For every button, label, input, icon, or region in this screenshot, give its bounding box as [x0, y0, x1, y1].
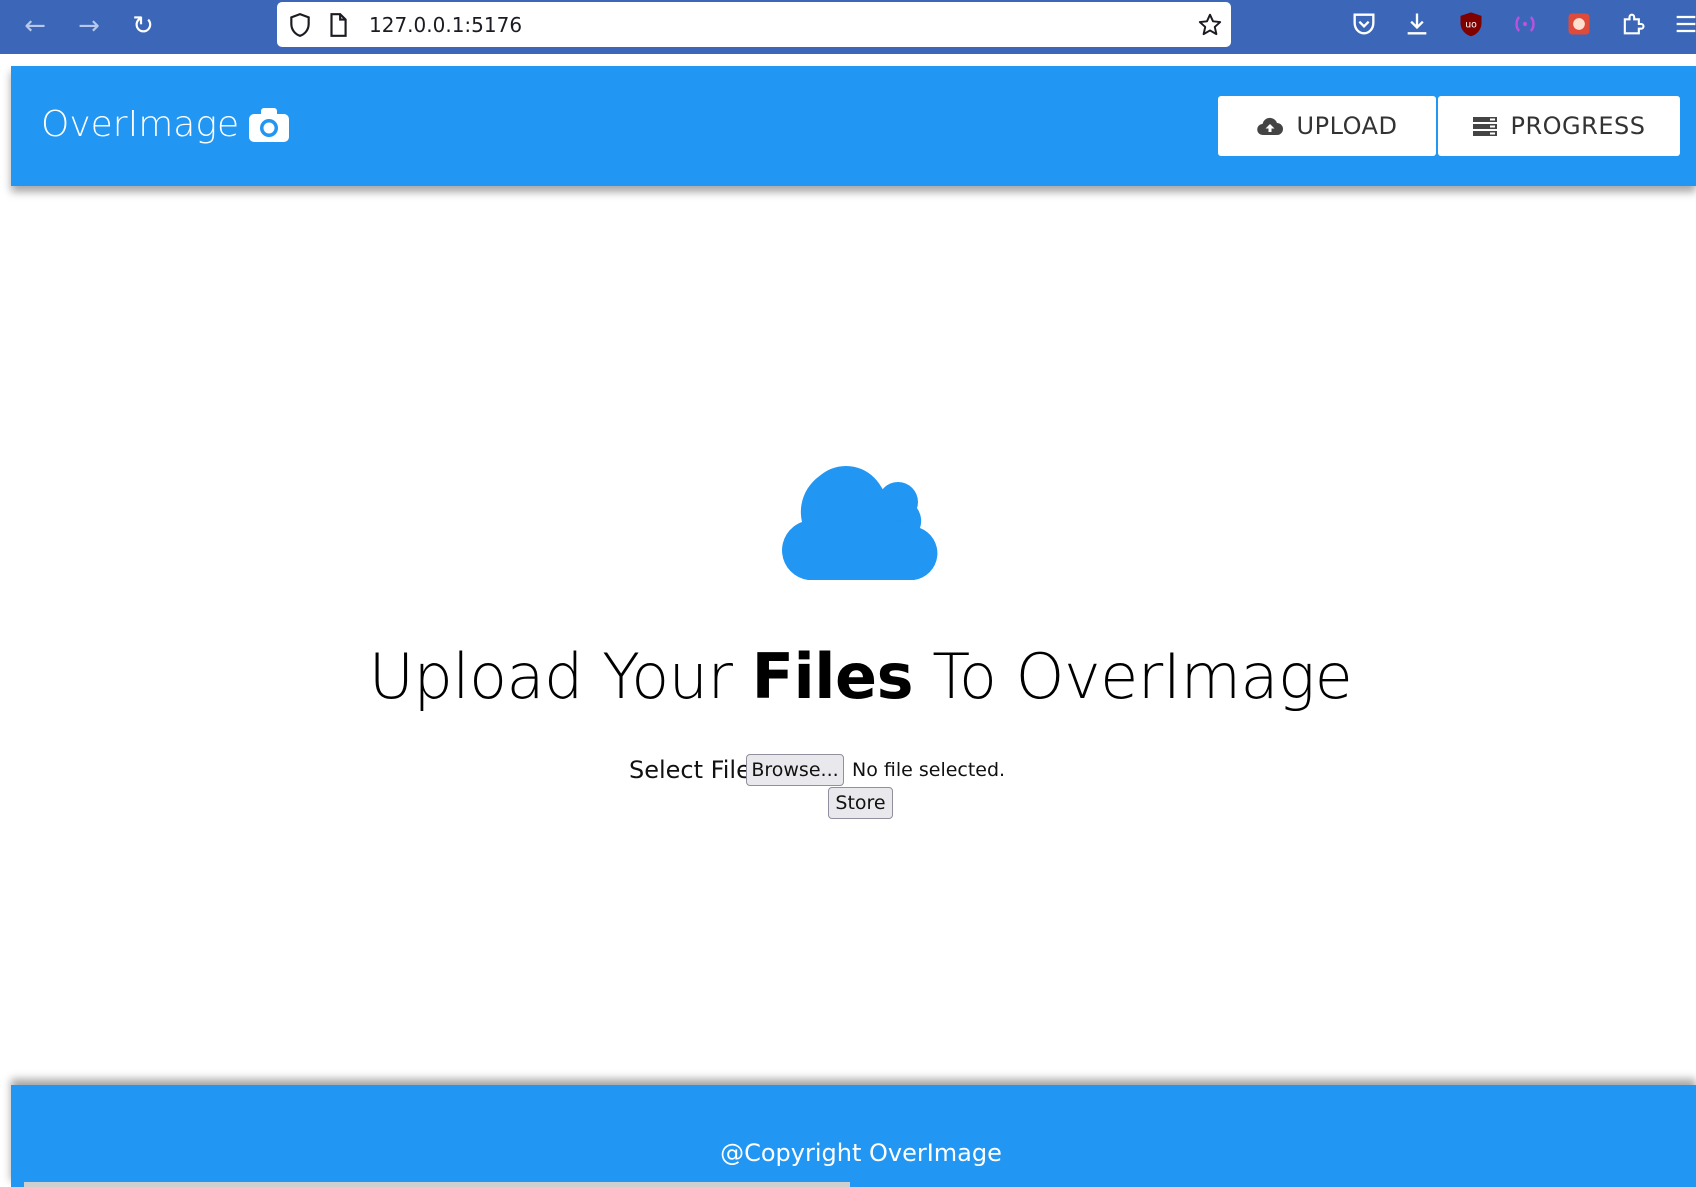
- progress-button[interactable]: PROGRESS: [1438, 96, 1680, 156]
- address-bar[interactable]: 127.0.0.1:5176: [277, 2, 1231, 47]
- browser-toolbar: ← → ↻ 127.0.0.1:5176 uo: [0, 0, 1696, 54]
- extension-broadcast-icon[interactable]: [1511, 10, 1539, 38]
- download-icon[interactable]: [1403, 10, 1431, 38]
- browse-button[interactable]: Browse...: [746, 754, 844, 786]
- progress-label: PROGRESS: [1510, 112, 1646, 140]
- file-status: No file selected.: [852, 759, 1006, 781]
- upload-form: Select File Browse... No file selected. …: [629, 754, 1089, 834]
- page-title: Upload Your Files To OverImage: [368, 640, 1353, 713]
- app-footer: @Copyright OverImage: [11, 1085, 1696, 1187]
- ublock-icon[interactable]: uo: [1457, 10, 1485, 38]
- back-icon[interactable]: ←: [16, 7, 54, 45]
- horizontal-scrollbar[interactable]: [24, 1182, 850, 1187]
- pocket-icon[interactable]: [1350, 10, 1378, 38]
- copyright-text: @Copyright OverImage: [720, 1139, 1002, 1167]
- brand-logo[interactable]: OverImage: [41, 104, 290, 145]
- cloud-icon: [780, 460, 942, 582]
- url-text[interactable]: 127.0.0.1:5176: [369, 13, 522, 37]
- svg-text:uo: uo: [1465, 20, 1477, 31]
- select-file-label: Select File: [629, 756, 751, 784]
- forward-icon[interactable]: →: [70, 7, 108, 45]
- page-icon[interactable]: [325, 12, 351, 38]
- app-header: OverImage UPLOAD PROGRESS: [11, 66, 1696, 186]
- brand-name: OverImage: [41, 104, 240, 145]
- camera-icon: [249, 107, 290, 142]
- upload-button[interactable]: UPLOAD: [1218, 96, 1436, 156]
- menu-icon[interactable]: [1672, 10, 1696, 38]
- shield-icon[interactable]: [287, 12, 313, 38]
- cloud-upload-icon: [1256, 116, 1283, 136]
- upload-label: UPLOAD: [1296, 112, 1398, 140]
- store-button[interactable]: Store: [828, 787, 893, 819]
- server-list-icon: [1472, 116, 1497, 136]
- extensions-puzzle-icon[interactable]: [1619, 10, 1647, 38]
- bookmark-star-icon[interactable]: [1197, 12, 1223, 38]
- extension-picture-icon[interactable]: [1565, 10, 1593, 38]
- reload-icon[interactable]: ↻: [124, 7, 162, 45]
